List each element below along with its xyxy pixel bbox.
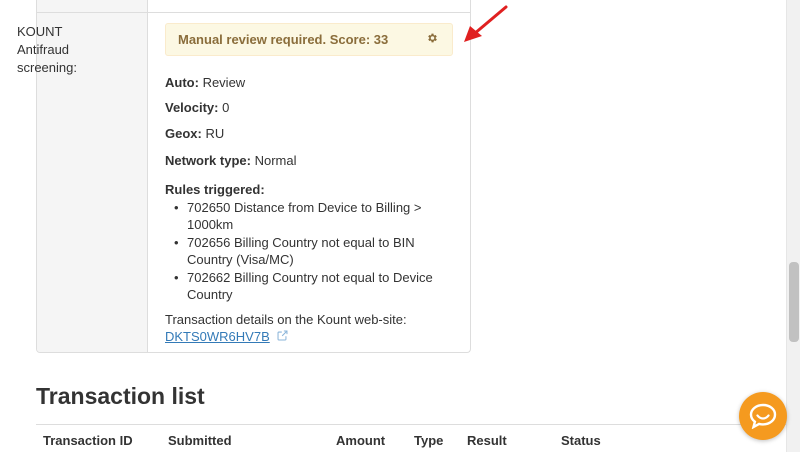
rules-section: Rules triggered: • 702650 Distance from D… [165,181,455,304]
rule-text: 702656 Billing Country not equal to BIN … [187,235,415,267]
page-title: Transaction list [36,383,205,409]
alert-text: Manual review required. Score: 33 [178,32,389,47]
auto-value: Review [202,75,246,90]
velocity-label: Velocity: [165,100,219,115]
scrollbar[interactable] [786,0,800,452]
rules-list: • 702650 Distance from Device to Billing … [165,199,455,303]
list-item: • 702662 Billing Country not equal to Dev… [174,270,433,302]
transaction-table-header: Transaction ID Submitted Amount Type Res… [36,424,800,452]
chat-bubble-icon [749,403,777,429]
auto-label: Auto: [165,75,199,90]
geox-field: Geox: RU [165,125,224,143]
column-amount[interactable]: Amount [336,433,385,448]
network-field: Network type: Normal [165,152,297,170]
label-column-top [37,0,148,12]
auto-field: Auto: Review [165,74,245,92]
rules-title: Rules triggered: [165,182,265,197]
velocity-value: 0 [222,100,230,115]
column-status[interactable]: Status [561,433,601,448]
geox-label: Geox: [165,126,202,141]
network-value: Normal [254,153,297,168]
velocity-field: Velocity: 0 [165,99,229,117]
external-link-icon[interactable] [277,330,288,347]
section-label: KOUNT Antifraud screening: [17,24,77,75]
gear-icon[interactable] [426,32,440,46]
transaction-link[interactable]: DKTS0WR6HV7B [165,329,270,344]
column-submitted[interactable]: Submitted [168,433,232,448]
column-transaction-id[interactable]: Transaction ID [43,433,133,448]
scrollbar-thumb[interactable] [789,262,799,342]
network-label: Network type: [165,153,251,168]
list-item: • 702650 Distance from Device to Billing … [174,200,422,232]
geox-value: RU [205,126,225,141]
column-type[interactable]: Type [414,433,443,448]
chat-button[interactable] [739,392,787,440]
list-item: • 702656 Billing Country not equal to BIN… [174,235,415,267]
kount-details: Transaction details on the Kount web-sit… [165,311,407,347]
rule-text: 702650 Distance from Device to Billing >… [187,200,422,232]
rule-text: 702662 Billing Country not equal to Devi… [187,270,433,302]
column-result[interactable]: Result [467,433,507,448]
manual-review-alert: Manual review required. Score: 33 [165,23,453,56]
arrow-icon [464,5,508,42]
details-text: Transaction details on the Kount web-sit… [165,312,407,327]
